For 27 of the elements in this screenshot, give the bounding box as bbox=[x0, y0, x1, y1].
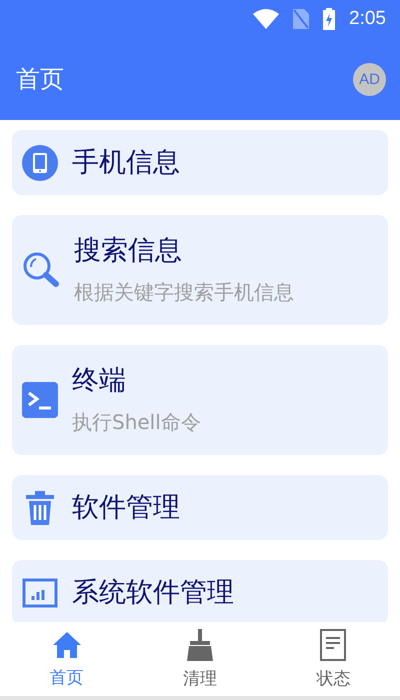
nav-tab[interactable]: 状态 bbox=[266, 622, 400, 696]
menu-card[interactable]: 搜索信息 根据关键字搜索手机信息 bbox=[12, 215, 388, 325]
menu-card[interactable]: 手机信息 bbox=[12, 130, 388, 195]
broom-icon bbox=[184, 628, 215, 660]
search-icon bbox=[22, 251, 60, 289]
card-subtitle: 根据关键字搜索手机信息 bbox=[74, 278, 294, 306]
wifi-icon bbox=[253, 9, 280, 29]
status-time: 2:05 bbox=[349, 8, 386, 30]
home-icon bbox=[52, 630, 82, 660]
document-icon bbox=[318, 628, 348, 660]
card-title: 搜索信息 bbox=[74, 234, 183, 266]
menu-card[interactable]: 终端 执行Shell命令 bbox=[12, 345, 388, 455]
phone-icon bbox=[22, 144, 58, 180]
no-sim-icon bbox=[293, 9, 310, 29]
card-title: 终端 bbox=[72, 364, 127, 396]
card-title: 软件管理 bbox=[72, 492, 180, 524]
menu-card[interactable]: 系统软件管理 bbox=[12, 560, 388, 622]
card-subtitle: 执行Shell命令 bbox=[72, 408, 201, 436]
page-title: 首页 bbox=[16, 64, 64, 95]
card-title: 手机信息 bbox=[72, 146, 180, 178]
menu-card[interactable]: 软件管理 bbox=[12, 475, 388, 540]
terminal-icon bbox=[22, 382, 58, 418]
card-title: 系统软件管理 bbox=[72, 576, 234, 608]
bar-chart-icon bbox=[22, 578, 58, 608]
nav-tab[interactable]: 首页 bbox=[0, 622, 134, 696]
nav-tab[interactable]: 清理 bbox=[133, 622, 267, 696]
battery-charging-icon bbox=[323, 8, 336, 30]
